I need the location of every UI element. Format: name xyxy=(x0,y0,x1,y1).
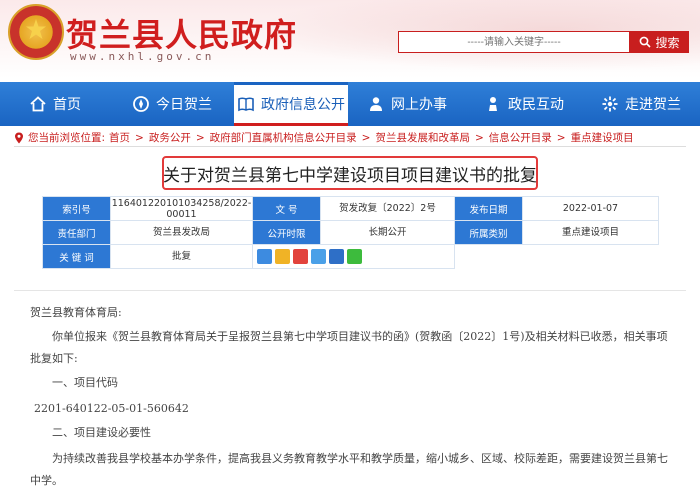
breadcrumb-prefix: 您当前浏览位置: xyxy=(28,132,106,144)
nav-gov-info[interactable]: 政府信息公开 xyxy=(234,82,348,126)
article-paragraph: 你单位报来《贺兰县教育体育局关于呈报贺兰县第七中学项目建议书的函》(贺教函〔20… xyxy=(30,330,668,365)
flower-icon xyxy=(602,96,618,112)
search-button-label: 搜索 xyxy=(655,35,680,50)
nav-online-service[interactable]: 网上办事 xyxy=(348,82,466,126)
content-divider xyxy=(14,290,686,291)
nav-interaction[interactable]: 政民互动 xyxy=(466,82,582,126)
share-wechat-icon[interactable] xyxy=(347,249,362,264)
index-value: 116401220101034258/2022-00011 xyxy=(110,196,253,221)
empty-cell xyxy=(454,244,523,269)
doc-no-label: 文 号 xyxy=(252,196,321,221)
compass-icon xyxy=(133,96,149,112)
breadcrumb-item[interactable]: 政务公开 xyxy=(149,130,191,145)
share-bar xyxy=(253,249,454,264)
breadcrumb-item[interactable]: 政府部门直属机构信息公开目录 xyxy=(210,130,357,145)
nav-label: 首页 xyxy=(53,97,81,113)
share-more-icon[interactable] xyxy=(257,249,272,264)
breadcrumb-item[interactable]: 首页 xyxy=(109,130,130,145)
breadcrumb: 您当前浏览位置: 首页 > 政务公开 > 政府部门直属机构信息公开目录 > 贺兰… xyxy=(14,130,634,145)
dept-label: 责任部门 xyxy=(42,220,111,245)
share-qzone-icon[interactable] xyxy=(275,249,290,264)
category-value: 重点建设项目 xyxy=(522,220,659,245)
nav-home[interactable]: 首页 xyxy=(0,82,110,126)
keywords-value: 批复 xyxy=(110,244,253,269)
main-nav: 首页 今日贺兰 政府信息公开 网上办事 政民互动 走进贺兰 xyxy=(0,82,700,126)
national-emblem-icon xyxy=(8,4,64,60)
breadcrumb-item[interactable]: 贺兰县发展和改革局 xyxy=(375,130,470,145)
keywords-label: 关 键 词 xyxy=(42,244,111,269)
breadcrumb-divider xyxy=(14,146,686,147)
people-icon xyxy=(489,97,497,111)
article-paragraph: 一、项目代码 xyxy=(52,376,118,389)
share-cell xyxy=(252,244,455,269)
search-icon xyxy=(640,36,652,48)
breadcrumb-item[interactable]: 信息公开目录 xyxy=(489,130,552,145)
book-icon xyxy=(238,97,254,112)
doc-no-value: 贺发改复〔2022〕2号 xyxy=(320,196,455,221)
breadcrumb-item[interactable]: 重点建设项目 xyxy=(571,130,634,145)
date-label: 发布日期 xyxy=(454,196,523,221)
site-url: www.nxhl.gov.cn xyxy=(70,50,215,63)
nav-label: 网上办事 xyxy=(391,97,447,113)
empty-cell xyxy=(522,244,659,269)
breadcrumb-separator: > xyxy=(195,131,205,144)
article-title-box: 关于对贺兰县第七中学建设项目项目建议书的批复 xyxy=(162,156,538,190)
person-icon xyxy=(370,97,382,111)
nav-label: 今日贺兰 xyxy=(156,97,212,113)
nav-label: 政民互动 xyxy=(508,97,564,113)
location-icon xyxy=(15,132,23,143)
category-label: 所属类别 xyxy=(454,220,523,245)
period-value: 长期公开 xyxy=(320,220,455,245)
nav-today-helan[interactable]: 今日贺兰 xyxy=(110,82,234,126)
index-label: 索引号 xyxy=(42,196,111,221)
dept-value: 贺兰县发改局 xyxy=(110,220,253,245)
share-renren-icon[interactable] xyxy=(329,249,344,264)
nav-label: 走进贺兰 xyxy=(625,97,681,113)
share-weibo-icon[interactable] xyxy=(293,249,308,264)
article-paragraph: 2201-640122-05-01-560642 xyxy=(34,402,189,415)
date-value: 2022-01-07 xyxy=(522,196,659,221)
article-paragraph: 为持续改善我县学校基本办学条件，提高我县义务教育教学水平和教学质量，缩小城乡、区… xyxy=(30,452,668,487)
share-tencent-icon[interactable] xyxy=(311,249,326,264)
breadcrumb-separator: > xyxy=(556,131,566,144)
breadcrumb-separator: > xyxy=(361,131,371,144)
article-paragraph: 二、项目建设必要性 xyxy=(52,426,151,439)
nav-label: 政府信息公开 xyxy=(261,97,345,113)
site-header: 贺兰县人民政府 www.nxhl.gov.cn 搜索 xyxy=(0,0,700,78)
article-paragraph: 贺兰县教育体育局: xyxy=(30,306,122,319)
breadcrumb-separator: > xyxy=(135,131,144,144)
article-meta-table: 索引号 116401220101034258/2022-00011 文 号 贺发… xyxy=(42,196,659,269)
period-label: 公开时限 xyxy=(252,220,321,245)
article-title: 关于对贺兰县第七中学建设项目项目建议书的批复 xyxy=(163,165,537,186)
breadcrumb-separator: > xyxy=(474,131,484,144)
home-icon xyxy=(30,96,46,112)
search-input[interactable] xyxy=(398,31,630,53)
search-button[interactable]: 搜索 xyxy=(630,31,689,53)
nav-visit-helan[interactable]: 走进贺兰 xyxy=(582,82,700,126)
